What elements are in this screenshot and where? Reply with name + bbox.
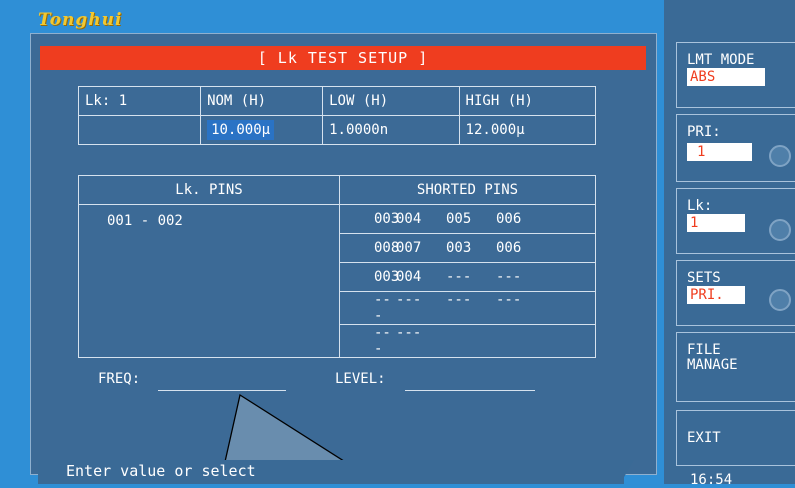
sets-button[interactable]: SETS PRI.	[676, 260, 795, 326]
file-manage-button[interactable]: FILE MANAGE	[676, 332, 795, 402]
manage-label: MANAGE	[687, 357, 738, 373]
rotary-knob-icon	[769, 289, 791, 311]
lmt-mode-value: ABS	[687, 68, 765, 86]
lk-button[interactable]: Lk: 1	[676, 188, 795, 254]
sets-label: SETS	[687, 270, 721, 286]
pri-button[interactable]: PRI: 1	[676, 114, 795, 182]
file-label: FILE	[687, 342, 721, 358]
lk-label: Lk:	[687, 198, 713, 214]
rotary-knob-icon	[769, 219, 791, 241]
lk-value: 1	[687, 214, 745, 232]
lmt-mode-button[interactable]: LMT MODE ABS	[676, 42, 795, 108]
rotary-knob-icon	[769, 145, 791, 167]
lmt-mode-label: LMT MODE	[687, 52, 755, 68]
status-bar: Enter value or select	[38, 460, 624, 484]
pri-value: 1	[687, 143, 752, 161]
exit-label: EXIT	[687, 430, 721, 446]
exit-button[interactable]: EXIT	[676, 410, 795, 466]
pri-label: PRI:	[687, 124, 721, 140]
sets-value: PRI.	[687, 286, 745, 304]
status-notch	[620, 460, 634, 484]
clock: 16:54	[690, 472, 733, 488]
